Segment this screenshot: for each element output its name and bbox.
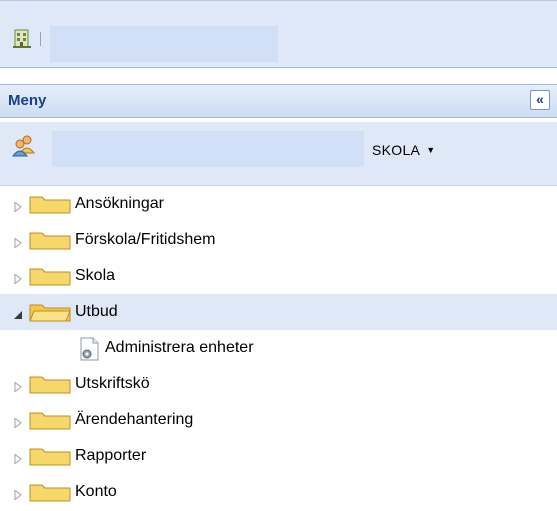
settings-page-icon (73, 336, 103, 362)
user-bar: SKOLA ▼ (0, 122, 557, 186)
folder-icon (29, 410, 71, 430)
menu-title: Meny (8, 92, 47, 109)
expand-arrow-icon[interactable] (13, 415, 23, 429)
tree-node-utskriftsko[interactable]: Utskriftskö (0, 366, 557, 402)
user-name-field[interactable] (52, 131, 364, 167)
unit-field[interactable] (50, 26, 278, 62)
tree-node-utbud[interactable]: Utbud (0, 294, 557, 330)
folder-icon (29, 374, 71, 394)
folder-icon (29, 266, 71, 286)
menu-header: Meny « (0, 84, 557, 118)
expand-arrow-icon[interactable] (13, 235, 23, 249)
folder-icon (29, 446, 71, 466)
building-icon[interactable] (12, 27, 32, 49)
tree-node-label: Förskola/Fritidshem (75, 231, 216, 248)
tree-node-forskola[interactable]: Förskola/Fritidshem (0, 222, 557, 258)
tree-node-label: Ansökningar (75, 195, 164, 212)
tree-node-label: Utskriftskö (75, 375, 150, 392)
tree-node-ansokningar[interactable]: Ansökningar (0, 186, 557, 222)
expand-arrow-icon[interactable] (13, 379, 23, 393)
tree-node-label: Konto (75, 483, 117, 500)
folder-icon (29, 230, 71, 250)
expand-arrow-icon[interactable] (13, 199, 23, 213)
toolbar-separator (40, 32, 41, 46)
collapse-menu-button[interactable]: « (530, 90, 550, 110)
expand-arrow-icon[interactable] (13, 487, 23, 501)
expand-arrow-icon[interactable] (13, 451, 23, 465)
expand-arrow-icon[interactable] (13, 271, 23, 285)
tree-node-konto[interactable]: Konto (0, 474, 557, 510)
users-icon (12, 133, 36, 157)
tree-node-skola[interactable]: Skola (0, 258, 557, 294)
tree-node-rapporter[interactable]: Rapporter (0, 438, 557, 474)
caret-down-icon: ▼ (426, 145, 436, 155)
tree-node-arendehantering[interactable]: Ärendehantering (0, 402, 557, 438)
tree-node-label: Administrera enheter (105, 339, 254, 356)
double-chevron-left-icon: « (536, 91, 544, 107)
open-folder-icon (29, 302, 71, 322)
school-dropdown[interactable]: SKOLA ▼ (372, 142, 435, 158)
tree-node-label: Utbud (75, 303, 118, 320)
folder-icon (29, 194, 71, 214)
school-dropdown-value: SKOLA (372, 142, 421, 158)
folder-icon (29, 482, 71, 502)
tree-node-label: Ärendehantering (75, 411, 194, 428)
tree-node-label: Rapporter (75, 447, 147, 464)
menu-tree: Ansökningar Förskola/Fritidshem Skola Ut (0, 186, 557, 510)
collapse-arrow-icon[interactable] (13, 307, 23, 319)
tree-node-label: Skola (75, 267, 116, 284)
tree-leaf-administrera-enheter[interactable]: Administrera enheter (0, 330, 557, 366)
top-toolbar (0, 0, 557, 68)
